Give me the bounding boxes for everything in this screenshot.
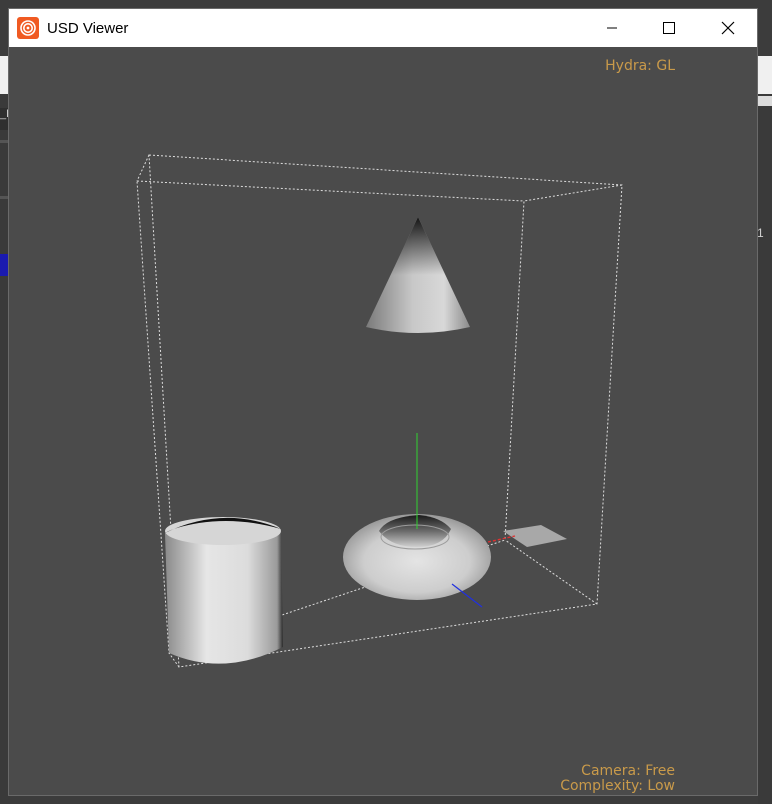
3d-viewport[interactable]: Hydra: GL Camera: Free Complexity: Low: [9, 47, 757, 795]
title-bar[interactable]: USD Viewer: [9, 9, 757, 47]
cone-object[interactable]: [366, 217, 470, 333]
background-number: 1: [757, 226, 764, 240]
close-icon: [721, 21, 735, 35]
camera-label: Camera: Free: [581, 763, 675, 779]
renderer-label: Hydra: GL: [605, 58, 675, 74]
usd-viewer-window: USD Viewer Hydra: GL Camera: Free Comple…: [8, 8, 758, 796]
window-title: USD Viewer: [47, 19, 129, 37]
minimize-icon: [607, 27, 617, 29]
background-right-panel: [758, 94, 772, 804]
maximize-icon: [663, 22, 675, 34]
cylinder-object[interactable]: [165, 517, 283, 664]
maximize-button[interactable]: [646, 9, 692, 47]
complexity-label: Complexity: Low: [560, 778, 675, 794]
houdini-logo-icon: [17, 17, 39, 39]
scene-canvas[interactable]: [9, 47, 757, 795]
background-scrollbar: [758, 96, 772, 106]
minimize-button[interactable]: [589, 9, 635, 47]
close-button[interactable]: [705, 9, 751, 47]
